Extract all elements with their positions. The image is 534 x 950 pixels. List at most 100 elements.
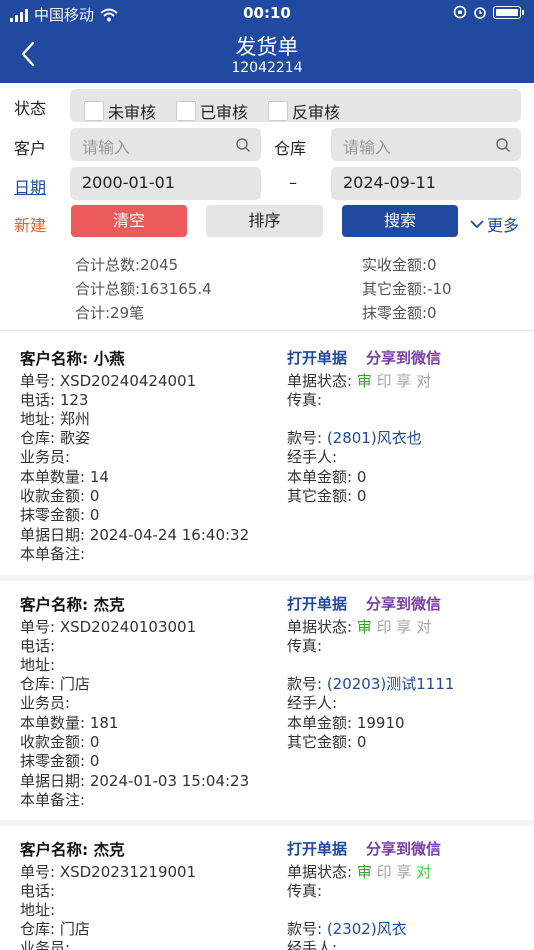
summary-other: 其它金额:-10 (362, 280, 452, 298)
status-mark-shared: 享 (396, 863, 412, 881)
item-link[interactable]: (2801)风衣也 (327, 429, 422, 447)
item-link[interactable]: (2302)风衣 (327, 920, 407, 938)
status-mark-shared: 享 (396, 372, 412, 390)
status-option-reversed[interactable]: 反审核 (268, 99, 340, 123)
status-label: 状态 (14, 99, 47, 118)
customer-name: 客户名称: 杰克 (20, 841, 125, 859)
salesman: 业务员: (20, 448, 71, 466)
order-number: 单号: XSD20240103001 (20, 618, 197, 636)
status-mark-printed: 印 (376, 863, 392, 881)
date-from-value: 2000-01-01 (82, 173, 175, 192)
search-icon[interactable] (495, 137, 511, 153)
order-date: 单据日期: 2024-04-24 16:40:32 (20, 526, 250, 544)
handler: 经手人: (287, 694, 338, 712)
summary-received: 实收金额:0 (362, 256, 437, 274)
clear-button[interactable]: 清空 (71, 205, 187, 237)
item-code: 款号: (20203)测试1111 (287, 675, 455, 693)
sort-button[interactable]: 排序 (206, 205, 323, 237)
page-title: 发货单 (235, 35, 299, 59)
open-order-link[interactable]: 打开单据 (287, 347, 347, 368)
salesman: 业务员: (20, 939, 71, 950)
item-link[interactable]: (20203)测试1111 (327, 675, 455, 693)
share-wechat-link[interactable]: 分享到微信 (366, 593, 441, 614)
status-mark-checked: 对 (416, 372, 432, 390)
warehouse: 仓库: 门店 (20, 920, 90, 938)
status-bar: 中国移动 00:10 (0, 0, 534, 28)
status-filter-box: 未审核 已审核 反审核 (70, 89, 521, 122)
customer-name: 客户名称: 小燕 (20, 350, 125, 368)
more-button[interactable]: 更多 (469, 212, 519, 236)
orientation-lock-icon (453, 5, 467, 19)
order-amount: 本单金额: 19910 (287, 714, 405, 732)
page-subtitle: 12042214 (231, 60, 303, 76)
status-mark-checked: 对 (416, 618, 432, 636)
handler: 经手人: (287, 448, 338, 466)
order-status: 单据状态: 审 印 享 对 (287, 863, 432, 881)
battery-icon (493, 5, 521, 19)
fax: 传真: (287, 637, 323, 655)
status-mark-printed: 印 (376, 372, 392, 390)
date-separator: – (289, 173, 297, 192)
summary-total-amount: 合计总额:163165.4 (75, 280, 212, 298)
customer-input[interactable]: 请输入 (70, 128, 261, 161)
new-button[interactable]: 新建 (14, 212, 46, 236)
date-to-value: 2024-09-11 (343, 173, 436, 192)
date-to-field[interactable]: 2024-09-11 (331, 167, 521, 200)
handler: 经手人: (287, 939, 338, 950)
address: 地址: (20, 901, 56, 919)
warehouse: 仓库: 门店 (20, 675, 90, 693)
other-amount: 其它金额: 0 (287, 733, 367, 751)
share-wechat-link[interactable]: 分享到微信 (366, 838, 441, 859)
received-amount: 收款金额: 0 (20, 487, 100, 505)
order-number: 单号: XSD20231219001 (20, 863, 197, 881)
item-code: 款号: (2302)风衣 (287, 920, 407, 938)
order-note: 本单备注: (20, 791, 86, 809)
date-label-link[interactable]: 日期 (14, 174, 46, 198)
rounding-amount: 抹零金额: 0 (20, 752, 100, 770)
order-card[interactable]: 客户名称: 杰克 单号: XSD20231219001 电话: 地址: 仓库: … (0, 822, 534, 950)
address: 地址: (20, 656, 56, 674)
status-mark-approved: 审 (356, 372, 372, 390)
order-status: 单据状态: 审 印 享 对 (287, 372, 432, 390)
order-card[interactable]: 客户名称: 杰克 单号: XSD20240103001 电话: 地址: 仓库: … (0, 577, 534, 822)
app-header: 中国移动 00:10 发货单 12042214 (0, 0, 534, 83)
customer-name: 客户名称: 杰克 (20, 596, 125, 614)
date-from-field[interactable]: 2000-01-01 (70, 167, 261, 200)
order-status: 单据状态: 审 印 享 对 (287, 618, 432, 636)
order-card[interactable]: 客户名称: 小燕 单号: XSD20240424001 电话: 123 地址: … (0, 331, 534, 576)
summary-total-orders: 合计:29笔 (75, 304, 145, 322)
item-code: 款号: (2801)风衣也 (287, 429, 422, 447)
order-note: 本单备注: (20, 545, 86, 563)
summary-rounding: 抹零金额:0 (362, 304, 437, 322)
customer-label: 客户 (14, 139, 47, 158)
rounding-amount: 抹零金额: 0 (20, 506, 100, 524)
filter-panel: 状态 未审核 已审核 反审核 客户 请输入 仓库 请输入 日期 2000-01-… (0, 83, 534, 333)
phone: 电话: (20, 637, 56, 655)
checkbox[interactable] (176, 101, 196, 121)
phone: 电话: (20, 882, 56, 900)
customer-placeholder: 请输入 (82, 138, 131, 157)
share-wechat-link[interactable]: 分享到微信 (366, 347, 441, 368)
search-icon[interactable] (235, 137, 251, 153)
warehouse-label: 仓库 (274, 139, 307, 158)
search-button[interactable]: 搜索 (342, 205, 458, 237)
order-amount: 本单金额: 0 (287, 468, 367, 486)
checkbox[interactable] (84, 101, 104, 121)
warehouse-input[interactable]: 请输入 (331, 128, 521, 161)
received-amount: 收款金额: 0 (20, 733, 100, 751)
status-mark-shared: 享 (396, 618, 412, 636)
checkbox[interactable] (268, 101, 288, 121)
quantity: 本单数量: 14 (20, 468, 109, 486)
status-mark-approved: 审 (356, 618, 372, 636)
salesman: 业务员: (20, 694, 71, 712)
address: 地址: 郑州 (20, 410, 90, 428)
open-order-link[interactable]: 打开单据 (287, 593, 347, 614)
status-option-approved[interactable]: 已审核 (176, 99, 248, 123)
warehouse-placeholder: 请输入 (343, 138, 392, 157)
open-order-link[interactable]: 打开单据 (287, 838, 347, 859)
alarm-icon (474, 7, 486, 19)
status-option-unapproved[interactable]: 未审核 (84, 99, 156, 123)
order-date: 单据日期: 2024-01-03 15:04:23 (20, 772, 250, 790)
status-mark-printed: 印 (376, 618, 392, 636)
status-mark-checked: 对 (416, 863, 432, 881)
